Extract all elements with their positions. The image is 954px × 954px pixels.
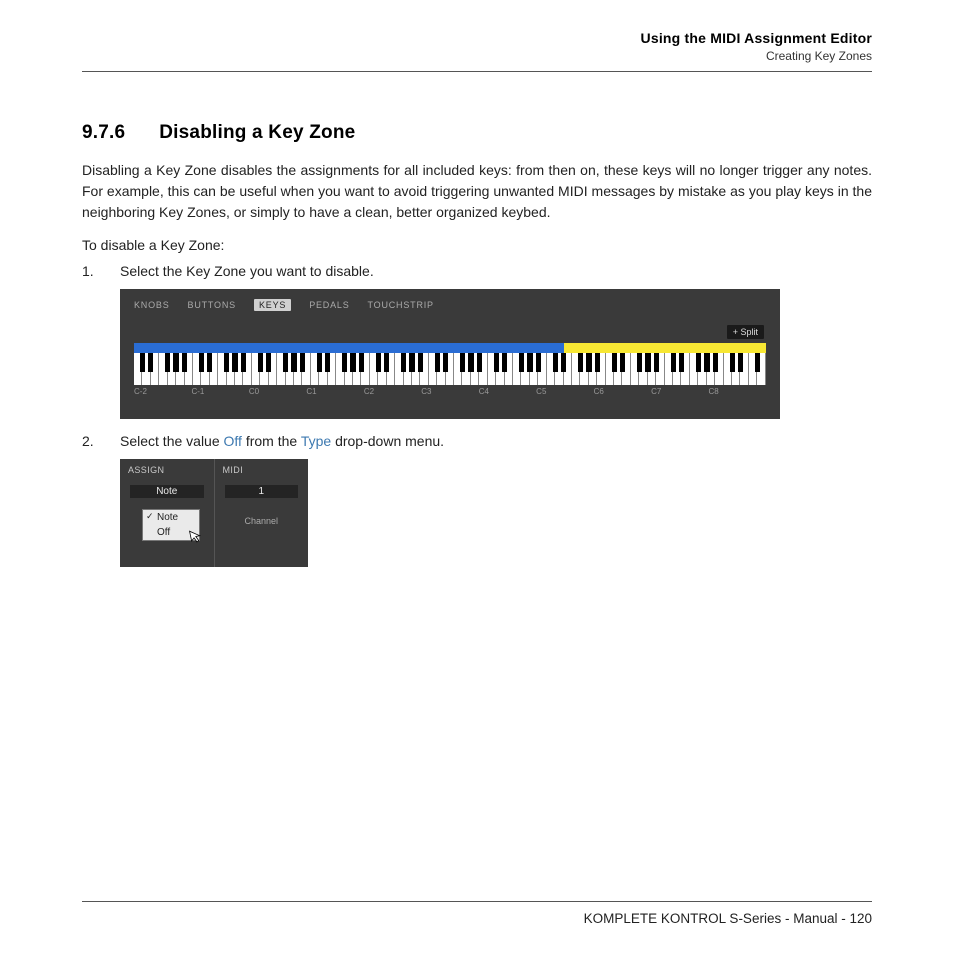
- step-2-mid: from the: [242, 433, 301, 449]
- split-button[interactable]: + Split: [727, 325, 764, 339]
- steps-intro: To disable a Key Zone:: [82, 237, 872, 253]
- oct-label: C-2: [134, 387, 191, 396]
- oct-label: C8: [709, 387, 766, 396]
- midi-header: MIDI: [223, 465, 301, 475]
- oct-label: C4: [479, 387, 536, 396]
- oct-label: C7: [651, 387, 708, 396]
- key-zone-blue[interactable]: [134, 343, 564, 353]
- header-title: Using the MIDI Assignment Editor: [82, 30, 872, 46]
- step-2-post: drop-down menu.: [331, 433, 444, 449]
- channel-value[interactable]: 1: [225, 485, 299, 498]
- oct-label: C2: [364, 387, 421, 396]
- type-select[interactable]: Note: [130, 485, 204, 498]
- tab-knobs[interactable]: KNOBS: [134, 300, 170, 310]
- channel-label: Channel: [223, 516, 301, 526]
- step-1-text: Select the Key Zone you want to disable.: [120, 263, 374, 279]
- footer-text: KOMPLETE KONTROL S-Series - Manual - 120: [584, 911, 872, 926]
- step-1-number: 1.: [82, 263, 120, 279]
- oct-label: C5: [536, 387, 593, 396]
- step-2-off: Off: [224, 433, 242, 449]
- header-rule: [82, 71, 872, 72]
- tab-touchstrip[interactable]: TOUCHSTRIP: [368, 300, 434, 310]
- tab-pedals[interactable]: PEDALS: [309, 300, 349, 310]
- dropdown-screenshot: ASSIGN Note MIDI 1 Channel Note Off: [120, 459, 308, 567]
- oct-label: C3: [421, 387, 478, 396]
- step-2-type: Type: [301, 433, 331, 449]
- oct-label: C0: [249, 387, 306, 396]
- step-2-text: Select the value Off from the Type drop-…: [120, 433, 444, 449]
- oct-label: C6: [594, 387, 651, 396]
- key-zone-bar[interactable]: [134, 343, 766, 353]
- step-2-number: 2.: [82, 433, 120, 449]
- step-2-pre: Select the value: [120, 433, 224, 449]
- section-heading: Disabling a Key Zone: [159, 122, 355, 144]
- footer-rule: [82, 901, 872, 902]
- key-zone-yellow[interactable]: [564, 343, 766, 353]
- section-paragraph: Disabling a Key Zone disables the assign…: [82, 160, 872, 223]
- oct-label: C-1: [191, 387, 248, 396]
- assign-header: ASSIGN: [128, 465, 206, 475]
- section-number: 9.7.6: [82, 122, 125, 144]
- keyboard[interactable]: [134, 353, 766, 385]
- oct-label: C1: [306, 387, 363, 396]
- editor-screenshot: KNOBS BUTTONS KEYS PEDALS TOUCHSTRIP + S…: [120, 289, 780, 419]
- header-subtitle: Creating Key Zones: [82, 49, 872, 63]
- dropdown-option-note[interactable]: Note: [143, 510, 199, 525]
- tab-keys[interactable]: KEYS: [254, 299, 291, 311]
- tab-buttons[interactable]: BUTTONS: [188, 300, 236, 310]
